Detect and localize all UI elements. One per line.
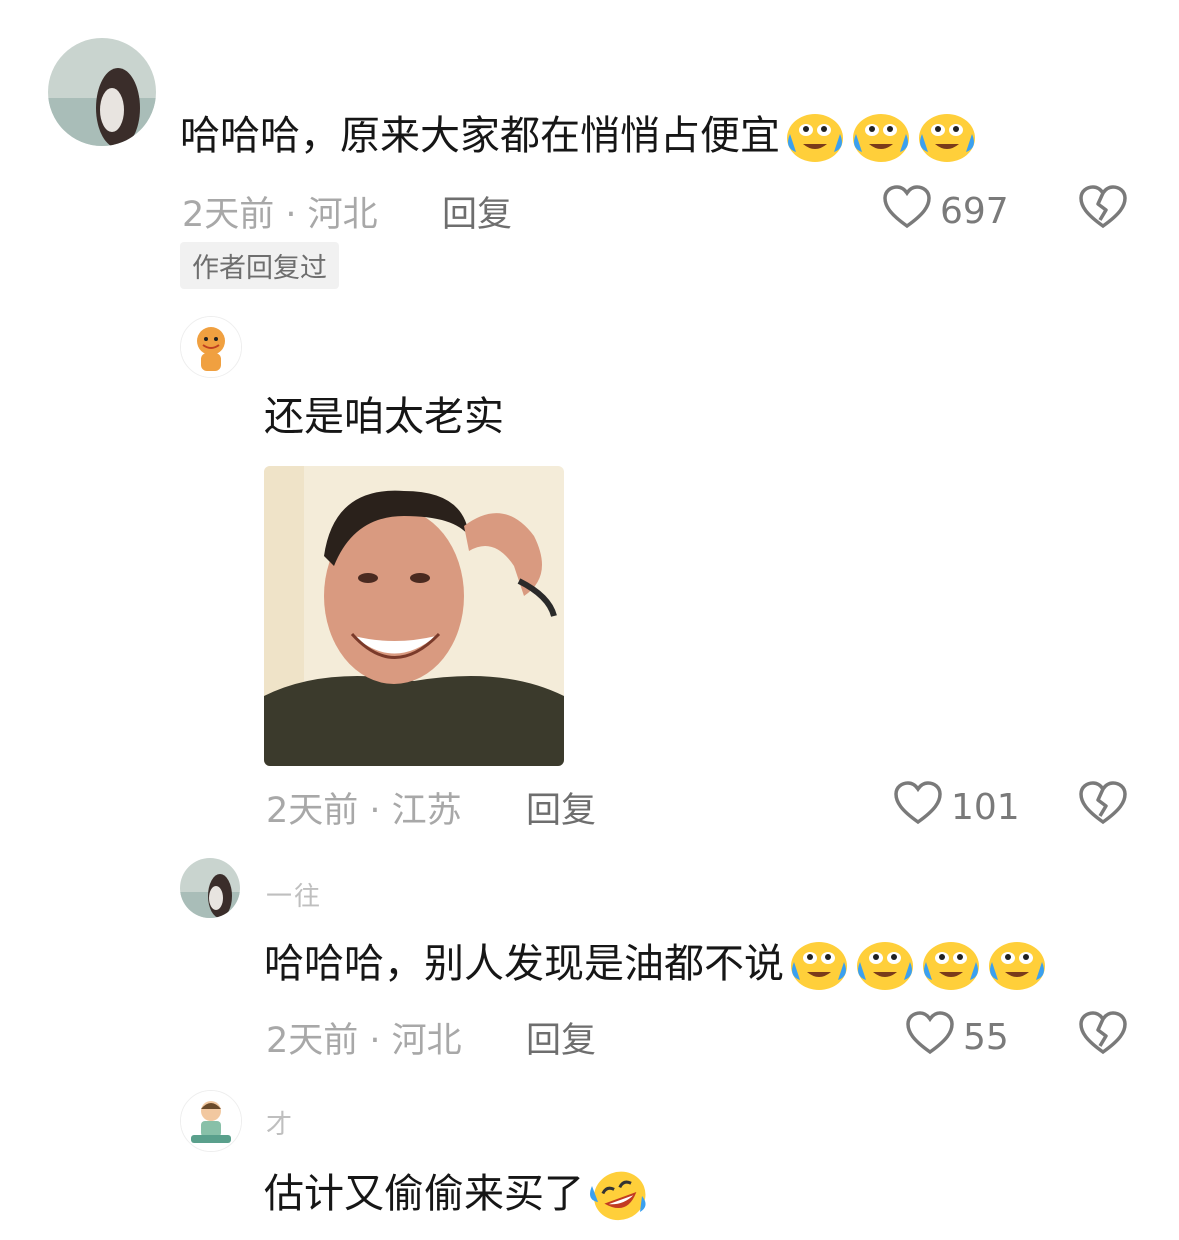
dislike-button[interactable]	[1078, 184, 1128, 234]
comment-meta: 2天前 · 河北	[266, 1021, 462, 1061]
comment-text: 估计又偷偷来买了	[264, 1166, 650, 1222]
reply-button[interactable]: 回复	[526, 782, 596, 833]
laughing-man-sticker[interactable]	[264, 466, 564, 766]
avatar[interactable]	[180, 316, 242, 378]
dislike-button[interactable]	[1078, 1010, 1128, 1060]
like-button[interactable]: 101	[893, 780, 1020, 835]
comment-text: 哈哈哈，原来大家都在悄悄占便宜	[180, 108, 978, 164]
username-partial[interactable]: 一往	[266, 876, 322, 913]
avatar[interactable]	[180, 858, 240, 918]
like-button[interactable]: 697	[882, 184, 1009, 239]
dislike-button[interactable]	[1078, 780, 1128, 830]
author-replied-badge: 作者回复过	[180, 242, 339, 289]
reply-button[interactable]: 回复	[442, 186, 512, 237]
heart-icon	[905, 1010, 963, 1065]
username-partial[interactable]: 才	[266, 1104, 294, 1141]
broken-heart-icon	[1078, 781, 1128, 830]
comment-meta: 2天前 · 江苏	[266, 791, 462, 831]
crying-laughing-icon	[850, 108, 912, 164]
like-button[interactable]: 55	[905, 1010, 1009, 1065]
like-count: 697	[940, 191, 1009, 232]
heart-icon	[893, 780, 951, 835]
crying-laughing-icon	[986, 936, 1048, 992]
heart-icon	[882, 184, 940, 239]
crying-laughing-icon	[920, 936, 982, 992]
avatar[interactable]	[180, 1090, 242, 1152]
crying-laughing-icon	[854, 936, 916, 992]
reply-button[interactable]: 回复	[526, 1012, 596, 1063]
broken-heart-icon	[1078, 185, 1128, 234]
comment-meta: 2天前 · 河北	[182, 195, 378, 235]
crying-laughing-icon	[788, 936, 850, 992]
crying-laughing-icon	[916, 108, 978, 164]
tears-of-joy-icon	[588, 1166, 650, 1222]
avatar[interactable]	[48, 38, 156, 146]
comment-text: 还是咱太老实	[264, 394, 504, 440]
broken-heart-icon	[1078, 1011, 1128, 1060]
crying-laughing-icon	[784, 108, 846, 164]
like-count: 55	[963, 1017, 1009, 1058]
comment-text: 哈哈哈，别人发现是油都不说	[264, 936, 1048, 992]
like-count: 101	[951, 787, 1020, 828]
